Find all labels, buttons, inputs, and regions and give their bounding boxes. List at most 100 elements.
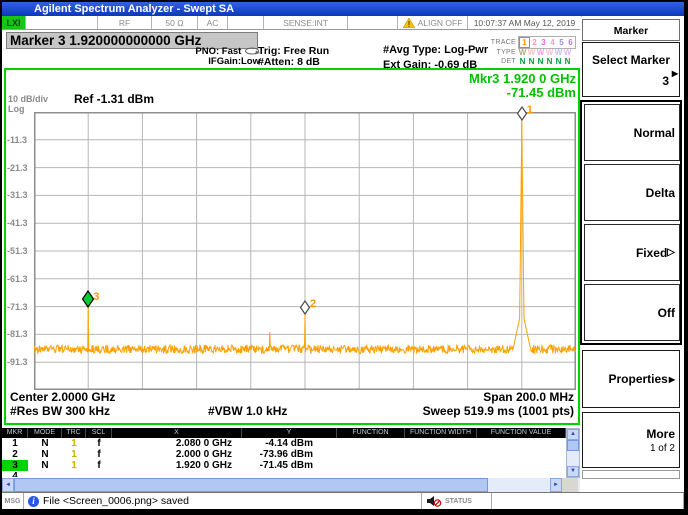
cell-trc: 1 [62, 449, 86, 460]
col-trc: TRC [62, 428, 86, 438]
col-mode: MODE [28, 428, 62, 438]
trace-type-2: W [527, 48, 536, 57]
atten-label: #Atten: 8 dB [258, 57, 329, 68]
cell-x: 2.000 0 GHz [112, 449, 242, 460]
status-label: STATUS [445, 498, 472, 505]
y-axis-tick: -61.3 [7, 274, 33, 284]
cell-function-value [477, 460, 566, 471]
off-button[interactable]: Off [584, 284, 680, 341]
more-button[interactable]: More 1 of 2 [582, 412, 680, 468]
y-axis-tick: -41.3 [7, 218, 33, 228]
submenu-arrow-icon: ▶ [669, 375, 675, 384]
scroll-down-arrow[interactable]: ▼ [567, 466, 579, 477]
status-area: STATUS [422, 493, 492, 509]
cell-function-width [405, 460, 477, 471]
cell-mode: N [28, 449, 62, 460]
cell-function-value [477, 449, 566, 460]
y-axis-tick: -11.3 [7, 135, 33, 145]
trace-label: TRACE [482, 39, 518, 46]
cell-mode: N [28, 438, 62, 449]
marker-mode-group: Normal Delta Fixed▷ Off [580, 100, 682, 345]
svg-text:!: ! [407, 20, 409, 28]
warning-icon: ! [403, 18, 415, 28]
msg-label: MSG [2, 493, 24, 509]
ref-level-label: Ref -1.31 dBm [74, 92, 154, 106]
normal-button[interactable]: Normal [584, 104, 680, 161]
properties-label: Properties [608, 372, 667, 386]
graticule: 1 2 3 [34, 112, 576, 390]
datetime: 10:07:37 AM May 12, 2019 [468, 16, 582, 29]
y-axis-tick: -71.3 [7, 302, 33, 312]
trace-legend-row: TRACE 1 2 3 4 5 6 [482, 38, 580, 48]
trace-det-3: N [536, 57, 545, 66]
col-x: X [112, 428, 242, 438]
cell-x: 1.920 0 GHz [112, 460, 242, 471]
marker-table-row-selected[interactable]: 3 N 1 f 1.920 0 GHz -71.45 dBm [2, 460, 566, 471]
span-label: Span 200.0 MHz [483, 390, 574, 404]
trace-number-2: 2 [530, 38, 539, 47]
speaker-muted-icon [426, 495, 442, 507]
freq-annotation-row: Center 2.0000 GHz Span 200.0 MHz [8, 390, 576, 404]
marker-amp-readout: -71.45 dBm [469, 86, 576, 100]
trace-type-6: W [563, 48, 572, 57]
cell-scl: f [86, 438, 112, 449]
trace-number-3: 3 [539, 38, 548, 47]
type-legend-row: TYPE W W W W W W [482, 48, 580, 58]
select-marker-label: Select Marker [583, 53, 679, 67]
marker-1-label: 1 [527, 104, 533, 116]
fixed-button[interactable]: Fixed▷ [584, 224, 680, 281]
delta-label: Delta [646, 186, 675, 200]
col-scl: SCL [86, 428, 112, 438]
scrollbar-corner [562, 478, 578, 492]
delta-button[interactable]: Delta [584, 164, 680, 221]
scroll-right-arrow[interactable]: ► [550, 478, 562, 492]
marker-table-row[interactable]: 1 N 1 f 2.080 0 GHz -4.14 dBm [2, 438, 566, 449]
scroll-track[interactable] [488, 478, 550, 492]
spectrum-plot [34, 112, 576, 390]
off-label: Off [658, 306, 675, 320]
col-function-width: FUNCTION WIDTH [405, 428, 477, 438]
table-vertical-scrollbar[interactable]: ▲ ▼ [566, 428, 580, 478]
status-message: File <Screen_0006.png> saved [43, 495, 189, 507]
open-arrow-icon: ▷ [667, 247, 675, 258]
trace-number-5: 5 [557, 38, 566, 47]
properties-button[interactable]: Properties ▶ [582, 350, 680, 408]
cell-y: -73.96 dBm [242, 449, 337, 460]
center-freq-label: Center 2.0000 GHz [10, 390, 115, 404]
col-function-value: FUNCTION VALUE [477, 428, 566, 438]
cell-function [337, 438, 405, 449]
cell-mkr: 2 [2, 449, 28, 460]
trace-det-1: N [518, 57, 527, 66]
trace-legend: TRACE 1 2 3 4 5 6 TYPE W W W W W [482, 38, 580, 67]
select-marker-button[interactable]: Select Marker 3 ▶ [582, 42, 680, 97]
app-window: Agilent Spectrum Analyzer - Swept SA LXI… [2, 2, 684, 509]
scroll-thumb[interactable] [567, 440, 579, 451]
trace-det-5: N [554, 57, 563, 66]
det-legend-row: DET N N N N N N [482, 57, 580, 67]
cell-scl: f [86, 460, 112, 471]
marker-table-row[interactable]: 2 N 1 f 2.000 0 GHz -73.96 dBm [2, 449, 566, 460]
scroll-thumb[interactable] [14, 478, 488, 492]
marker-table-row-partial: 4 [2, 471, 566, 477]
window-titlebar: Agilent Spectrum Analyzer - Swept SA [2, 2, 684, 16]
spectrum-display: Mkr3 1.920 0 GHz -71.45 dBm 10 dB/div Lo… [4, 68, 580, 425]
type-label: TYPE [482, 49, 518, 56]
trace-type-3: W [536, 48, 545, 57]
vbw-label: #VBW 1.0 kHz [208, 404, 287, 418]
avg-type-label: #Avg Type: Log-Pwr [383, 44, 488, 56]
bw-annotation-row: #Res BW 300 kHz #VBW 1.0 kHz Sweep 519.9… [8, 404, 576, 418]
cell-mkr: 4 [2, 471, 28, 477]
info-icon: i [28, 496, 39, 507]
more-page-indicator: 1 of 2 [650, 443, 675, 454]
trace-number-6: 6 [566, 38, 575, 47]
marker-3-label: 3 [93, 291, 99, 303]
scroll-track[interactable] [567, 451, 579, 466]
scroll-up-arrow[interactable]: ▲ [567, 429, 579, 440]
rf-indicator: RF [98, 16, 152, 29]
rbw-label: #Res BW 300 kHz [10, 404, 110, 418]
softkey-menu: Marker Select Marker 3 ▶ Normal Delta Fi… [580, 17, 682, 495]
col-y: Y [242, 428, 337, 438]
table-horizontal-scrollbar[interactable]: ◄ ► [2, 478, 580, 492]
scroll-left-arrow[interactable]: ◄ [2, 478, 14, 492]
trace-det-6: N [563, 57, 572, 66]
